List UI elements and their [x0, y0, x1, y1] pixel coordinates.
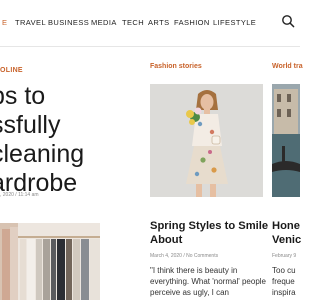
- woman-with-flowers-photo[interactable]: [150, 84, 263, 197]
- section-heading[interactable]: World tra: [272, 63, 303, 70]
- nav-item-arts[interactable]: ARTS: [148, 18, 169, 27]
- clothing-rack-photo[interactable]: [0, 223, 100, 300]
- article-meta: March 4, 2020 / No Comments: [150, 253, 219, 259]
- article-title-line[interactable]: ssfully: [0, 111, 131, 140]
- top-navigation: E TRAVEL BUSINESS MEDIA TECH ARTS FASHIO…: [0, 0, 300, 47]
- nav-item-home[interactable]: E: [2, 18, 7, 27]
- nav-item-business[interactable]: BUSINESS: [48, 18, 89, 27]
- article-meta: February 9: [272, 253, 297, 259]
- article-excerpt: Too cu freque inspira: [272, 266, 296, 297]
- article-category[interactable]: OLINE: [0, 67, 23, 74]
- nav-item-travel[interactable]: TRAVEL: [15, 18, 46, 27]
- section-heading[interactable]: Fashion stories: [150, 63, 202, 70]
- nav-item-media[interactable]: MEDIA: [91, 18, 117, 27]
- article-meta: , 2020 / 11:14 am: [0, 192, 39, 198]
- article-title[interactable]: Hone Venic: [272, 220, 301, 247]
- article-title-line[interactable]: cleaning: [0, 140, 131, 169]
- search-icon[interactable]: [281, 14, 295, 28]
- article-title-line[interactable]: ps to: [0, 82, 131, 111]
- nav-item-fashion[interactable]: FASHION: [174, 18, 210, 27]
- nav-item-tech[interactable]: TECH: [122, 18, 144, 27]
- venice-photo[interactable]: [272, 84, 300, 197]
- nav-item-lifestyle[interactable]: LIFESTYLE: [213, 18, 256, 27]
- article-excerpt: "I think there is beauty in everything. …: [150, 266, 267, 297]
- article-title[interactable]: ps tossfullycleaningardrobe: [0, 82, 131, 198]
- article-title[interactable]: Spring Styles to Smile About: [150, 220, 270, 247]
